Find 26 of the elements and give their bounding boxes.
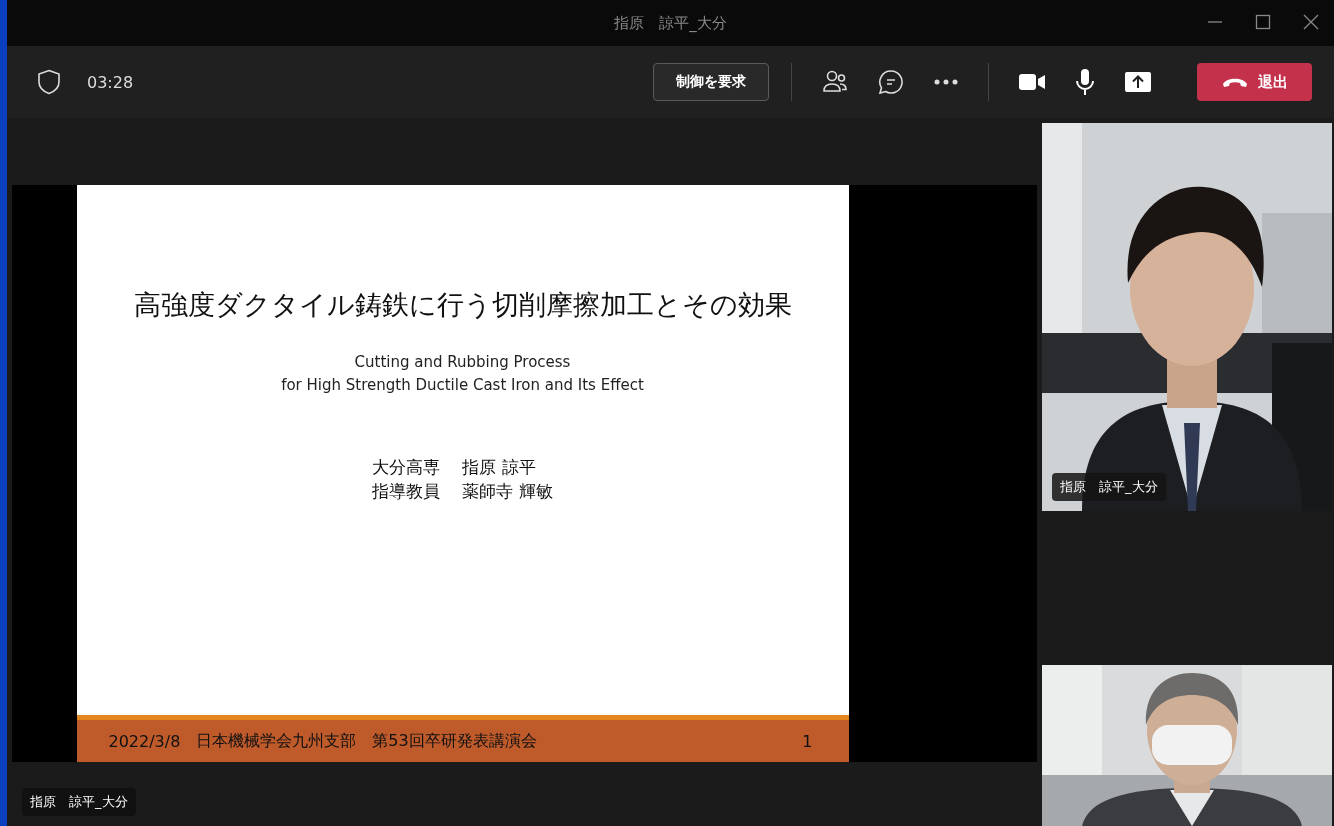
- footer-date: 2022/3/8: [108, 731, 181, 751]
- author-affiliation: 指導教員: [372, 480, 441, 503]
- more-icon[interactable]: [934, 78, 958, 86]
- chat-icon[interactable]: [878, 69, 904, 95]
- meeting-timer: 03:28: [87, 72, 134, 92]
- presenter-name: 指原 諒平_大分: [22, 788, 136, 816]
- footer-event: 日本機械学会九州支部 第53回卒研発表講演会: [196, 730, 538, 752]
- shield-icon[interactable]: [37, 69, 61, 95]
- maximize-icon[interactable]: [1254, 13, 1272, 31]
- author-name: 薬師寺 輝敏: [462, 480, 553, 503]
- window-title: 指原 諒平_大分: [614, 13, 727, 33]
- share-screen-icon[interactable]: [1125, 72, 1151, 92]
- camera-icon[interactable]: [1019, 73, 1045, 91]
- phone-icon: [1221, 76, 1248, 88]
- participant-name: 指原 諒平_大分: [1052, 473, 1166, 501]
- close-icon[interactable]: [1302, 13, 1320, 31]
- people-icon[interactable]: [822, 69, 848, 95]
- slide-subtitle: Cutting and Rubbing Process: [353, 352, 572, 373]
- author-affiliation: 大分高専: [372, 456, 441, 479]
- request-control-button[interactable]: 制御を要求: [653, 63, 769, 101]
- leave-button[interactable]: 退出: [1197, 63, 1312, 101]
- slide-title: 高強度ダクタイル鋳鉄に行う切削摩擦加工とその効果: [133, 288, 792, 322]
- slide-number: 1: [802, 731, 813, 751]
- slide-subtitle: for High Strength Ductile Cast Iron and Its Effect: [281, 375, 644, 396]
- author-name: 指原 諒平: [462, 456, 537, 479]
- microphone-icon[interactable]: [1075, 68, 1095, 96]
